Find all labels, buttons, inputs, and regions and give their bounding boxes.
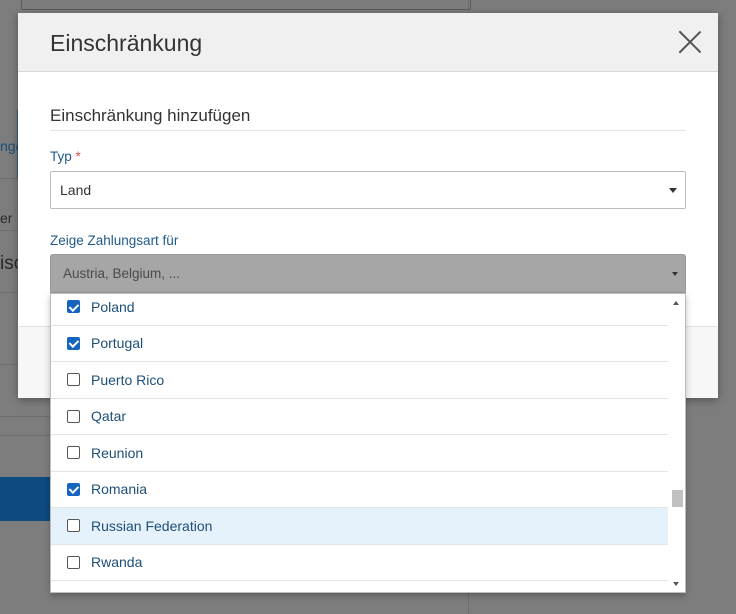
background-input <box>21 0 471 10</box>
zahlungsart-label: Zeige Zahlungsart für <box>50 233 179 248</box>
checkbox-icon[interactable] <box>67 446 80 460</box>
scroll-down-icon[interactable] <box>673 582 679 586</box>
dialog-header: Einschränkung <box>18 13 718 72</box>
required-marker: * <box>75 149 81 164</box>
country-option[interactable]: Reunion <box>51 435 669 472</box>
multiselect-value: Austria, Belgium, ... <box>63 266 181 281</box>
country-option-label: Portugal <box>91 335 144 352</box>
country-option[interactable]: Romania <box>51 472 669 508</box>
section-divider <box>50 130 686 131</box>
typ-label-text: Typ <box>50 149 72 164</box>
checkbox-icon[interactable] <box>67 409 80 423</box>
typ-select-value: Land <box>60 182 92 198</box>
country-dropdown: Poland Portugal Puerto Rico Qatar Reunion Rom… <box>50 293 686 593</box>
checkbox-icon[interactable] <box>67 519 80 533</box>
background-button <box>0 477 50 521</box>
scrollbar-thumb[interactable] <box>672 490 683 507</box>
close-icon[interactable] <box>678 30 702 54</box>
chevron-down-icon <box>672 272 678 276</box>
country-option[interactable]: Poland <box>51 294 669 326</box>
section-title: Einschränkung hinzufügen <box>50 106 251 125</box>
country-option-label: Poland <box>91 298 135 315</box>
country-option[interactable]: Russian Federation <box>51 508 669 545</box>
checkbox-checked-icon[interactable] <box>67 482 80 496</box>
country-option-label: Qatar <box>91 408 127 425</box>
dialog-title: Einschränkung <box>50 30 203 56</box>
background-divider <box>0 416 50 417</box>
checkbox-icon[interactable] <box>67 373 80 387</box>
zahlungsart-multiselect[interactable]: Austria, Belgium, ... <box>50 254 686 293</box>
typ-label: Typ * <box>50 149 81 164</box>
background-divider <box>0 435 50 436</box>
country-option-label: Puerto Rico <box>91 371 165 388</box>
country-option[interactable]: Puerto Rico <box>51 362 669 399</box>
dropdown-scrollbar[interactable] <box>668 294 685 592</box>
country-option-label: Rwanda <box>91 554 143 571</box>
country-option-label: Romania <box>91 481 148 498</box>
country-option[interactable]: Rwanda <box>51 545 669 581</box>
chevron-down-icon <box>669 188 677 193</box>
checkbox-checked-icon[interactable] <box>67 300 80 314</box>
checkbox-icon[interactable] <box>67 555 80 569</box>
country-option-label: Russian Federation <box>91 517 213 534</box>
scroll-up-icon[interactable] <box>673 301 679 305</box>
checkbox-checked-icon[interactable] <box>67 336 80 350</box>
background-text: er <box>0 210 13 226</box>
country-option-label: Reunion <box>91 444 144 461</box>
country-option[interactable]: Qatar <box>51 399 669 435</box>
country-option[interactable]: Portugal <box>51 326 669 362</box>
typ-select[interactable]: Land <box>50 171 686 209</box>
